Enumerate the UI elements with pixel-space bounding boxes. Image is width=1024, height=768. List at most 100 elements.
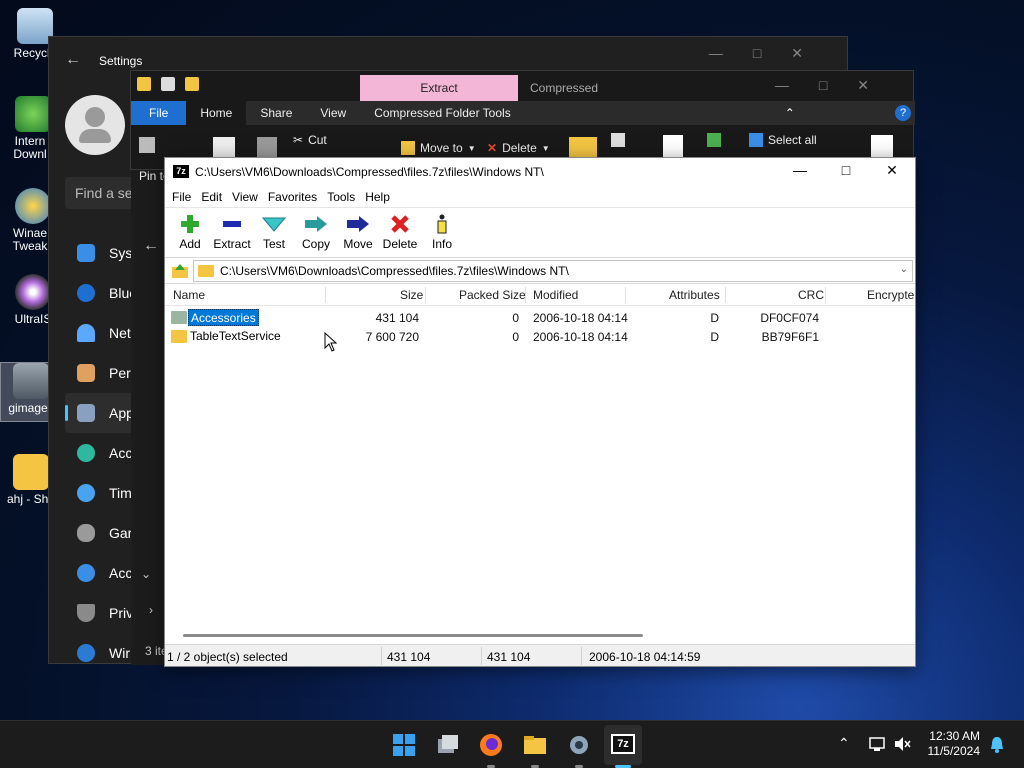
nav-item-label: Tim (109, 485, 132, 501)
column-separator[interactable] (825, 287, 826, 303)
extract-icon (211, 213, 253, 235)
file-explorer-window: Extract Compressed —□✕ File Home Share V… (130, 70, 915, 183)
start-windows-icon[interactable] (390, 731, 418, 759)
delete-button[interactable]: ✕ Delete ▼ (487, 141, 550, 155)
move-to-button[interactable]: Move to ▼ (401, 141, 476, 155)
column-separator[interactable] (625, 287, 626, 303)
scrollbar-thumb[interactable] (183, 634, 643, 637)
new-folder-icon[interactable] (569, 137, 597, 159)
column-separator[interactable] (425, 287, 426, 303)
toolbar: Add Extract Test Copy Move Delete Info (165, 208, 915, 258)
network-icon[interactable] (868, 735, 886, 753)
up-folder-button[interactable] (167, 260, 193, 282)
column-header-packed-size[interactable]: Packed Size (459, 288, 526, 302)
column-separator[interactable] (725, 287, 726, 303)
settings-gear-icon[interactable] (565, 731, 593, 759)
folder-icon (171, 330, 187, 343)
horizontal-scrollbar[interactable] (165, 628, 915, 644)
show-hidden-icons-chevron[interactable]: ⌃ (838, 735, 850, 752)
move-button[interactable]: Move (337, 208, 379, 251)
column-header-name[interactable]: Name (173, 288, 205, 302)
copy-icon[interactable] (213, 137, 235, 159)
column-header-encrypted[interactable]: Encrypte (867, 288, 914, 302)
window-controls[interactable]: —□✕ (709, 45, 833, 62)
info-button[interactable]: Info (421, 208, 463, 251)
column-separator[interactable] (525, 287, 526, 303)
column-header-size[interactable]: Size (400, 288, 423, 302)
7zip-app-icon: 7z (173, 165, 189, 178)
tab-share[interactable]: Share (246, 101, 306, 125)
tab-extract-context[interactable]: Extract (360, 75, 518, 101)
chevron-down-icon[interactable]: ⌄ (141, 567, 151, 581)
menu-bar: File Edit View Favorites Tools Help (165, 186, 915, 208)
system-clock[interactable]: 12:30 AM 11/5/2024 (928, 729, 981, 759)
tab-compressed-context[interactable]: Compressed (530, 75, 598, 101)
notification-bell-icon[interactable] (988, 735, 1006, 755)
menu-view[interactable]: View (227, 190, 263, 204)
pin-button[interactable] (139, 137, 155, 153)
nav-item-label: Acc (109, 565, 133, 581)
nav-item-label: Priv (109, 605, 134, 621)
tab-file[interactable]: File (131, 101, 187, 125)
select-all-button[interactable]: Select all (749, 133, 817, 147)
column-header-modified[interactable]: Modified (533, 288, 578, 302)
menu-help[interactable]: Help (360, 190, 395, 204)
cut-button[interactable]: ✂ Cut (293, 133, 327, 147)
menu-favorites[interactable]: Favorites (263, 190, 322, 204)
window-controls[interactable]: —□✕ (775, 77, 899, 94)
bluetooth-icon (77, 284, 95, 302)
test-button[interactable]: Test (253, 208, 295, 251)
back-arrow-icon[interactable]: ← (65, 51, 81, 69)
status-separator (581, 647, 582, 665)
help-icon[interactable]: ? (895, 105, 911, 121)
extract-button[interactable]: Extract (211, 208, 253, 251)
new-folder-icon (185, 77, 199, 91)
tab-view[interactable]: View (306, 101, 360, 125)
delete-button[interactable]: Delete (379, 208, 421, 251)
table-row[interactable]: Accessories 431 104 0 2006-10-18 04:14 D… (165, 308, 915, 327)
open-icon[interactable] (707, 133, 721, 147)
7zip-taskbar-button[interactable]: 7z (604, 725, 642, 765)
move-to-icon (401, 141, 415, 155)
nav-item-label: Wir (109, 645, 130, 661)
maximize-button[interactable]: □ (823, 162, 869, 182)
table-row[interactable]: TableTextService 7 600 720 0 2006-10-18 … (165, 327, 915, 346)
back-arrow-icon[interactable]: ← (143, 237, 159, 255)
minimize-button[interactable]: — (777, 162, 823, 182)
menu-file[interactable]: File (167, 190, 196, 204)
menu-edit[interactable]: Edit (196, 190, 227, 204)
modified-cell: 2006-10-18 04:14 (533, 311, 628, 325)
column-header-attributes[interactable]: Attributes (669, 288, 720, 302)
settings-title: Settings (99, 54, 143, 68)
nav-item-label: Acc (109, 445, 133, 461)
nav-item-label: Net (109, 325, 131, 341)
close-button[interactable]: ✕ (869, 162, 915, 182)
size-cell: 431 104 (375, 311, 419, 325)
collapse-ribbon-icon[interactable]: ⌃ (785, 106, 795, 120)
column-separator[interactable] (325, 287, 326, 303)
file-explorer-icon[interactable] (521, 731, 549, 759)
column-header-crc[interactable]: CRC (798, 288, 824, 302)
firefox-icon[interactable] (477, 731, 505, 759)
ribbon-tabs: File Home Share View Compressed Folder T… (131, 101, 915, 125)
tab-home[interactable]: Home (186, 101, 247, 125)
wifi-icon (77, 324, 95, 342)
new-item-icon[interactable] (611, 133, 625, 147)
disc-icon (15, 274, 51, 310)
path-input[interactable]: C:\Users\VM6\Downloads\Compressed\files.… (193, 259, 913, 282)
quick-access-toolbar[interactable] (137, 77, 199, 91)
avatar[interactable] (65, 95, 125, 155)
add-button[interactable]: Add (169, 208, 211, 251)
winaero-icon (15, 188, 51, 224)
chevron-right-icon[interactable]: › (149, 603, 153, 617)
paste-icon[interactable] (257, 137, 277, 159)
copy-button[interactable]: Copy (295, 208, 337, 251)
menu-tools[interactable]: Tools (322, 190, 360, 204)
chevron-down-icon[interactable]: ⌄ (900, 264, 908, 275)
task-view-icon[interactable] (434, 731, 462, 759)
volume-muted-icon[interactable] (893, 735, 911, 753)
7zip-file-manager-window: 7z C:\Users\VM6\Downloads\Compressed\fil… (164, 157, 916, 667)
properties-icon[interactable] (663, 135, 683, 159)
tab-compressed-folder-tools[interactable]: Compressed Folder Tools (360, 101, 525, 125)
clock-icon (77, 484, 95, 502)
